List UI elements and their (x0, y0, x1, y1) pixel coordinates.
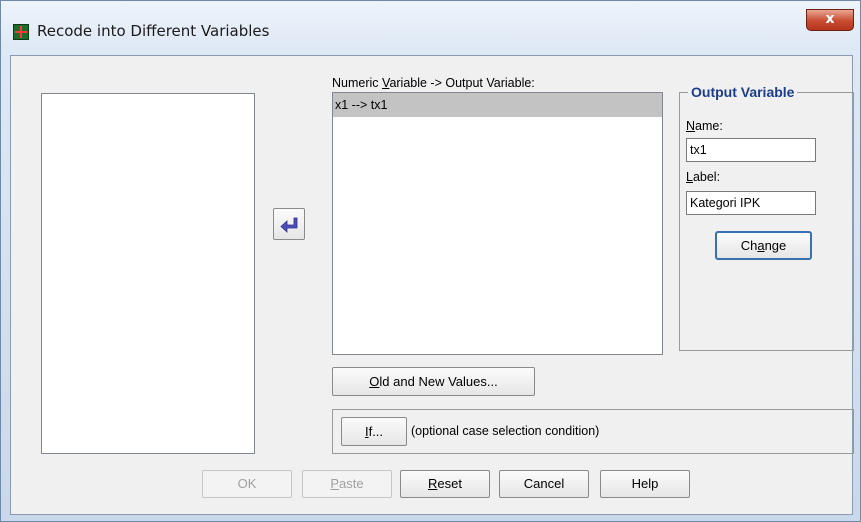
if-condition-group: If... (optional case selection condition… (332, 409, 854, 454)
label-input[interactable]: Kategori IPK (686, 191, 816, 215)
mapping-list-label: Numeric Variable -> Output Variable: (332, 76, 535, 90)
mapping-list[interactable]: x1 --> tx1 (332, 92, 663, 355)
arrow-left-icon (280, 217, 298, 233)
label-label: Label: (686, 170, 721, 184)
reset-button[interactable]: Reset (400, 470, 490, 498)
close-icon: x (825, 11, 835, 27)
if-button[interactable]: If... (341, 417, 407, 446)
source-variable-list[interactable] (41, 93, 255, 454)
paste-button[interactable]: Paste (302, 470, 392, 498)
spss-app-icon (13, 24, 29, 40)
output-variable-title: Output Variable (688, 84, 798, 100)
output-variable-group: Output Variable Name: tx1 Label: Kategor… (679, 84, 854, 351)
change-button[interactable]: Change (715, 231, 812, 260)
dialog-window: Recode into Different Variables x Numeri… (0, 0, 861, 522)
dialog-body: Numeric Variable -> Output Variable: x1 … (10, 55, 854, 515)
name-input[interactable]: tx1 (686, 138, 816, 162)
ok-button[interactable]: OK (202, 470, 292, 498)
mapping-list-item[interactable]: x1 --> tx1 (333, 93, 662, 117)
cancel-button[interactable]: Cancel (499, 470, 589, 498)
help-button[interactable]: Help (600, 470, 690, 498)
if-hint-text: (optional case selection condition) (411, 424, 600, 438)
window-title: Recode into Different Variables (37, 22, 270, 40)
close-button[interactable]: x (806, 9, 854, 31)
name-label: Name: (686, 119, 723, 133)
old-and-new-values-button[interactable]: Old and New Values... (332, 367, 535, 396)
move-variable-button[interactable] (273, 208, 305, 240)
title-bar[interactable]: Recode into Different Variables x (1, 1, 861, 55)
